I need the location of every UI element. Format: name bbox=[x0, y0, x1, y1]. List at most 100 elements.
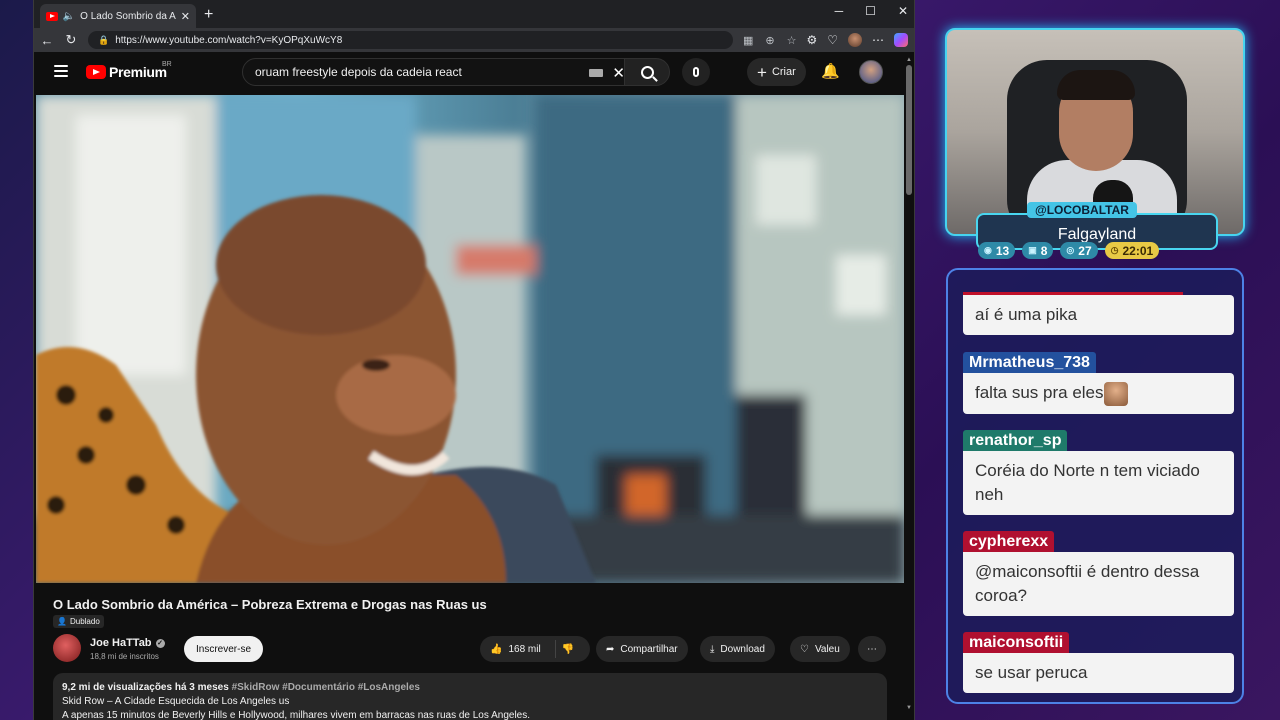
download-icon: ⤓ bbox=[710, 643, 715, 655]
description-line: A apenas 15 minutos de Beverly Hills e H… bbox=[62, 710, 531, 720]
stat-value: 22:01 bbox=[1122, 243, 1154, 258]
minimize-icon[interactable]: ─ bbox=[835, 4, 844, 18]
more-actions-button[interactable]: ⋯ bbox=[858, 636, 886, 662]
viewers-icon: ◎ bbox=[1066, 245, 1075, 255]
chat-icon: ▣ bbox=[1028, 245, 1037, 255]
copilot-icon[interactable] bbox=[894, 33, 908, 47]
thumbs-up-icon: 👍 bbox=[490, 643, 503, 655]
chat-message: Coréia do Norte n tem viciado neh bbox=[963, 451, 1234, 515]
speaker-icon[interactable]: 🔈 bbox=[63, 11, 75, 22]
chat-username: cypherexx bbox=[963, 531, 1055, 553]
stat-viewers: ◎ 27 bbox=[1060, 242, 1098, 259]
dub-label: Dublado bbox=[69, 617, 100, 626]
share-button[interactable]: ➦ Compartilhar bbox=[596, 636, 688, 662]
region-label: BR bbox=[162, 61, 172, 68]
thumbs-down-icon: 👎 bbox=[561, 643, 575, 655]
create-label: Criar bbox=[771, 66, 796, 78]
extensions-icon[interactable]: ⚙ bbox=[806, 33, 817, 47]
page-scrollbar[interactable] bbox=[906, 65, 912, 195]
close-window-icon[interactable]: ✕ bbox=[898, 4, 908, 18]
stat-value: 27 bbox=[1078, 243, 1092, 258]
close-tab-icon[interactable]: ✕ bbox=[181, 10, 190, 23]
channel-name-row[interactable]: Joe HaTTab ✓ bbox=[90, 637, 165, 649]
address-bar: ← ↻ 🔒 https://www.youtube.com/watch?v=Ky… bbox=[34, 28, 914, 52]
share-label: Compartilhar bbox=[620, 643, 678, 655]
search-input[interactable]: oruam freestyle depois da cadeia react ✕ bbox=[242, 58, 634, 86]
scroll-up-icon[interactable]: ▲ bbox=[906, 57, 912, 63]
video-player[interactable] bbox=[36, 95, 904, 583]
download-label: Download bbox=[720, 643, 765, 655]
new-tab-icon[interactable]: + bbox=[204, 6, 213, 24]
hashtags[interactable]: #SkidRow #Documentário #LosAngeles bbox=[232, 682, 420, 693]
chat-message: falta sus pra eles bbox=[963, 373, 1234, 414]
description-line: Skid Row – A Cidade Esquecida de Los Ang… bbox=[62, 696, 290, 707]
thanks-label: Valeu bbox=[814, 643, 840, 655]
streamer-hair bbox=[1057, 70, 1135, 100]
emote-icon bbox=[1103, 381, 1128, 406]
create-button[interactable]: + Criar bbox=[747, 58, 806, 86]
browser-window: 🔈 O Lado Sombrio da América ✕ + ─ ☐ ✕ ← … bbox=[33, 0, 915, 720]
stat-followers: ◉ 13 bbox=[978, 242, 1016, 259]
verified-icon: ✓ bbox=[155, 638, 165, 648]
favorite-star-icon[interactable]: ☆ bbox=[787, 34, 797, 47]
stream-stats: ◉ 13 ▣ 8 ◎ 27 ◷ 22:01 bbox=[978, 242, 1160, 259]
stat-chat: ▣ 8 bbox=[1022, 242, 1054, 259]
keyboard-icon[interactable] bbox=[589, 69, 603, 77]
like-button[interactable]: 👍 168 mil bbox=[490, 644, 541, 655]
url-text: https://www.youtube.com/watch?v=KyOPqXuW… bbox=[115, 34, 343, 46]
window-controls: ─ ☐ ✕ bbox=[835, 4, 908, 18]
more-menu-icon[interactable]: ⋯ bbox=[872, 33, 884, 47]
video-title: O Lado Sombrio da América – Pobreza Extr… bbox=[53, 597, 487, 612]
video-frame bbox=[36, 95, 904, 583]
maximize-icon[interactable]: ☐ bbox=[865, 4, 876, 18]
chat-message-text: falta sus pra eles bbox=[975, 383, 1104, 402]
view-count: 9,2 mi de visualizações bbox=[62, 682, 173, 693]
share-icon: ➦ bbox=[606, 643, 615, 655]
performance-icon[interactable]: ♡ bbox=[827, 33, 838, 47]
like-count: 168 mil bbox=[508, 643, 541, 655]
chat-username: renathor_sp bbox=[963, 430, 1068, 452]
stat-time: ◷ 22:01 bbox=[1104, 242, 1160, 259]
channel-avatar[interactable] bbox=[53, 634, 81, 662]
notifications-bell-icon[interactable]: 🔔 bbox=[821, 62, 840, 80]
subscriber-count: 18,8 mi de inscritos bbox=[90, 652, 159, 661]
streamer-handle: @LOCOBALTAR bbox=[1027, 202, 1137, 218]
tab-youtube[interactable]: 🔈 O Lado Sombrio da América ✕ bbox=[40, 4, 196, 28]
divider bbox=[554, 640, 556, 658]
thanks-button[interactable]: ♡ Valeu bbox=[790, 636, 850, 662]
dubbed-badge: 👤 Dublado bbox=[53, 615, 104, 628]
profile-avatar[interactable] bbox=[848, 33, 862, 47]
chat-username: Mrmatheus_738 bbox=[963, 352, 1096, 374]
voice-search-button[interactable] bbox=[682, 58, 710, 86]
game-title: Falgayland bbox=[1057, 225, 1137, 243]
microphone-icon bbox=[693, 67, 699, 77]
youtube-play-icon bbox=[86, 65, 106, 79]
account-avatar[interactable] bbox=[859, 60, 883, 84]
youtube-logo[interactable]: Premium BR bbox=[86, 61, 172, 80]
chat-panel: aí é uma pika Mrmatheus_738 falta sus pr… bbox=[946, 268, 1244, 704]
channel-name: Joe HaTTab bbox=[90, 637, 152, 649]
apps-icon[interactable]: ▦ bbox=[743, 34, 753, 47]
like-dislike-group: 👍 168 mil 👎 bbox=[480, 636, 590, 662]
download-button[interactable]: ⤓ Download bbox=[700, 636, 775, 662]
url-field[interactable]: 🔒 https://www.youtube.com/watch?v=KyOPqX… bbox=[88, 31, 733, 49]
youtube-header: Premium BR oruam freestyle depois da cad… bbox=[34, 52, 914, 94]
search-icon bbox=[640, 65, 654, 79]
chat-message: @maiconsoftii é dentro dessa coroa? bbox=[963, 552, 1234, 616]
more-icon: ⋯ bbox=[867, 643, 877, 655]
back-icon[interactable]: ← bbox=[40, 33, 54, 48]
search-button[interactable] bbox=[624, 58, 670, 86]
twitch-icon: ◉ bbox=[984, 245, 992, 255]
clock-icon: ◷ bbox=[1110, 245, 1119, 255]
description-box[interactable]: 9,2 mi de visualizações há 3 meses #Skid… bbox=[53, 673, 887, 720]
dub-icon: 👤 bbox=[57, 617, 67, 626]
tab-title: O Lado Sombrio da América bbox=[80, 10, 176, 22]
stat-value: 13 bbox=[995, 243, 1010, 258]
dislike-button[interactable]: 👎 bbox=[562, 644, 574, 655]
reload-icon[interactable]: ↻ bbox=[64, 32, 78, 48]
subscribe-button[interactable]: Inscrever-se bbox=[184, 636, 264, 662]
zoom-icon[interactable]: ⊕ bbox=[765, 34, 774, 47]
site-info-icon[interactable]: 🔒 bbox=[98, 35, 109, 46]
menu-icon[interactable] bbox=[54, 65, 68, 77]
scroll-down-icon[interactable]: ▼ bbox=[906, 705, 912, 711]
